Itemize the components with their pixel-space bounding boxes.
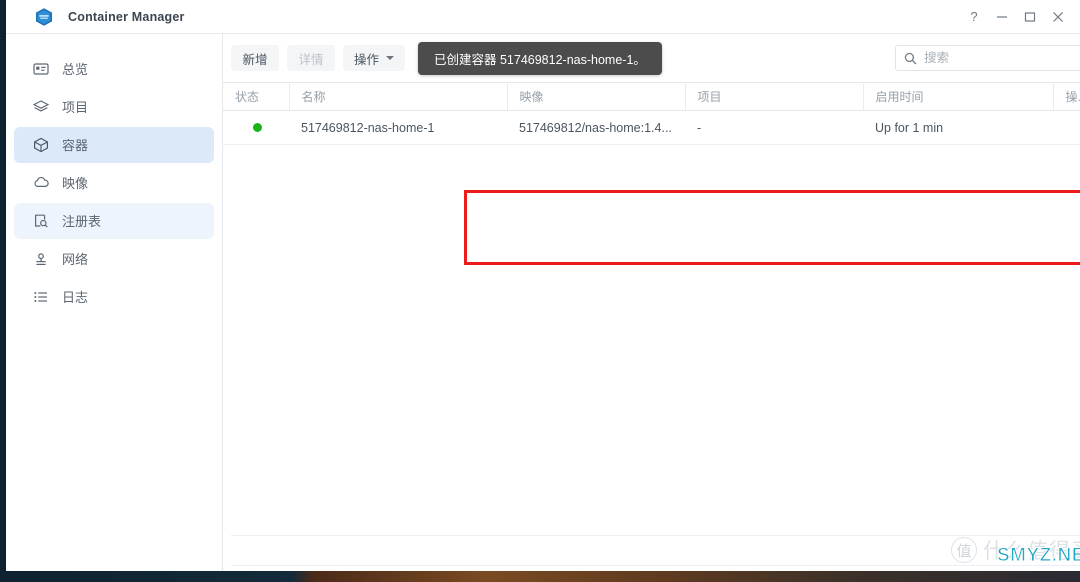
cell-uptime: Up for 1 min — [863, 110, 1053, 145]
container-table-area: 状态 名称 映像 项目 启用时间 操... — [223, 82, 1080, 571]
column-header-actions[interactable]: 操... — [1053, 82, 1080, 111]
cell-name: 517469812-nas-home-1 — [289, 110, 507, 145]
sidebar-item-image[interactable]: 映像 — [14, 165, 214, 201]
table-row[interactable]: 517469812-nas-home-1 517469812/nas-home:… — [223, 110, 1080, 145]
cell-actions[interactable] — [1053, 110, 1080, 145]
close-icon[interactable] — [1044, 0, 1072, 33]
sidebar-item-log[interactable]: 日志 — [14, 279, 214, 315]
footer-divider-bottom — [231, 565, 1080, 566]
column-header-status[interactable]: 状态 — [223, 82, 290, 111]
sidebar-item-overview[interactable]: 总览 — [14, 51, 214, 87]
table-header-row: 状态 名称 映像 项目 启用时间 操... — [223, 82, 1080, 111]
sidebar-item-label: 项目 — [62, 99, 89, 115]
search-icon — [904, 52, 917, 65]
actions-dropdown-button[interactable]: 操作 — [343, 45, 406, 71]
maximize-icon[interactable] — [1016, 0, 1044, 33]
page-title: Container Manager — [68, 9, 185, 24]
sidebar-item-label: 日志 — [62, 289, 89, 305]
column-header-uptime[interactable]: 启用时间 — [863, 82, 1054, 111]
sidebar-item-project[interactable]: 项目 — [14, 89, 214, 125]
container-table: 状态 名称 映像 项目 启用时间 操... — [223, 82, 1080, 145]
toast-message: 已创建容器 517469812-nas-home-1。 — [434, 53, 646, 67]
search-box[interactable] — [895, 45, 1080, 71]
sidebar-item-container[interactable]: 容器 — [14, 127, 214, 163]
sidebar-item-network[interactable]: 网络 — [14, 241, 214, 277]
list-icon — [32, 288, 50, 306]
window-controls: ? — [960, 0, 1072, 33]
cloud-icon — [32, 174, 50, 192]
cell-status — [223, 110, 289, 145]
layers-icon — [32, 98, 50, 116]
sidebar-item-label: 映像 — [62, 175, 89, 191]
annotation-highlight-box — [464, 190, 1080, 265]
column-header-project[interactable]: 项目 — [685, 82, 864, 111]
network-icon — [32, 250, 50, 268]
add-button[interactable]: 新增 — [231, 45, 279, 71]
help-icon[interactable]: ? — [960, 0, 988, 33]
table-footer-rules — [223, 519, 1080, 571]
sidebar-item-registry[interactable]: 注册表 — [14, 203, 214, 239]
toast-notification: 已创建容器 517469812-nas-home-1。 — [418, 42, 662, 75]
details-button[interactable]: 详情 — [287, 45, 335, 71]
column-header-name[interactable]: 名称 — [289, 82, 508, 111]
search-input[interactable] — [924, 51, 1080, 65]
cube-icon — [32, 136, 50, 154]
cell-image: 517469812/nas-home:1.4... — [507, 110, 685, 145]
title-bar: Container Manager ? — [6, 0, 1080, 33]
minimize-icon[interactable] — [988, 0, 1016, 33]
caret-down-icon — [386, 56, 395, 60]
sidebar-item-label: 总览 — [62, 61, 89, 77]
toolbar: 新增 详情 操作 已创建容器 517469812-nas-home-1。 — [223, 34, 1080, 82]
footer-divider-top — [231, 535, 1080, 536]
green-status-dot — [253, 122, 262, 132]
column-header-image[interactable]: 映像 — [507, 82, 686, 111]
container-hexagon-icon — [34, 7, 54, 27]
registry-search-icon — [32, 212, 50, 230]
sidebar-item-label: 网络 — [62, 251, 89, 267]
sidebar: 总览 项目 容器 映像 注册表 网络 日志 — [6, 33, 223, 571]
actions-label: 操作 — [354, 52, 380, 67]
sidebar-item-label: 注册表 — [62, 213, 102, 229]
cell-project: - — [685, 110, 863, 145]
overview-card-icon — [32, 60, 50, 78]
main-content: 新增 详情 操作 已创建容器 517469812-nas-home-1。 — [223, 33, 1080, 571]
container-manager-window: Container Manager ? 总览 项目 容器 映像 注册表 网络 日… — [3, 0, 1080, 571]
sidebar-item-label: 容器 — [62, 137, 89, 153]
